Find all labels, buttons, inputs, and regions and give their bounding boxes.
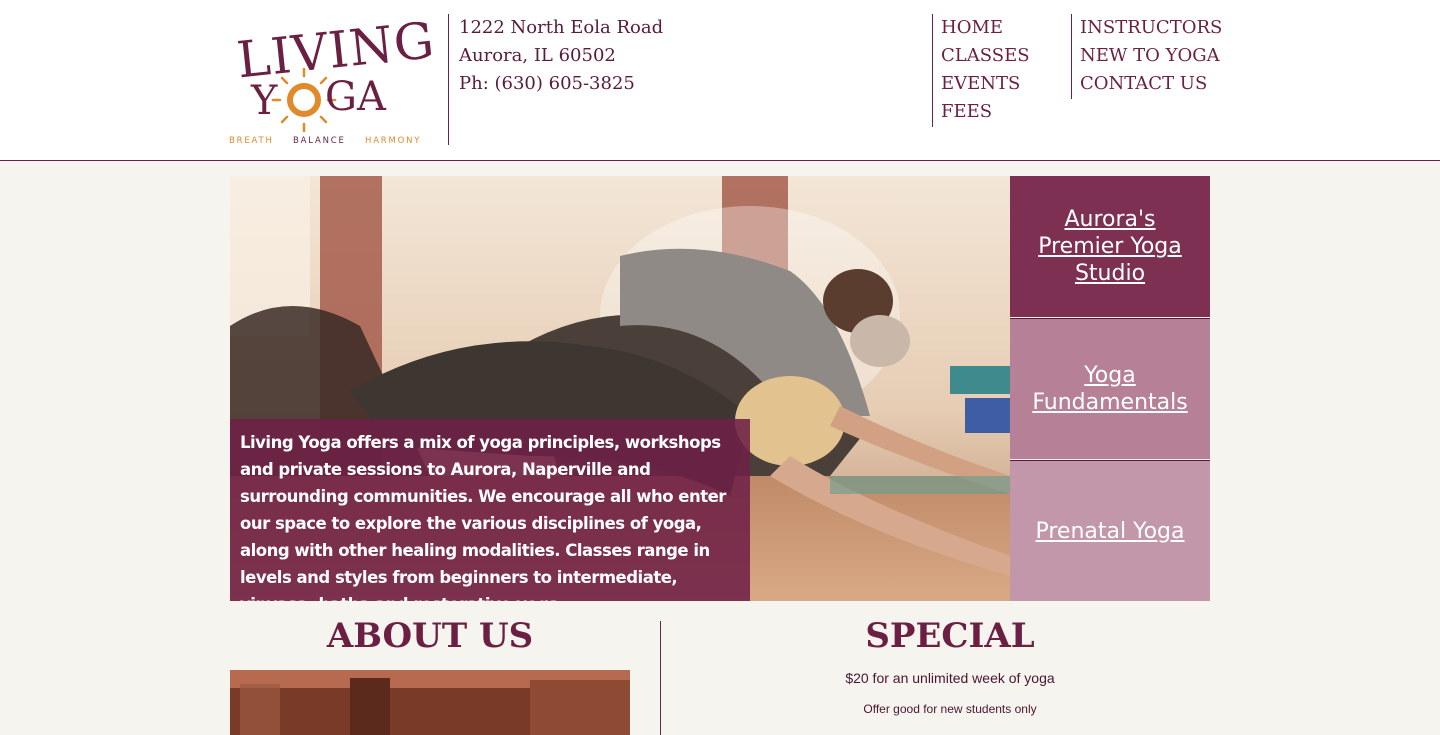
main-nav-column-1: HOME CLASSES EVENTS FEES xyxy=(932,14,1030,127)
nav-instructors[interactable]: INSTRUCTORS xyxy=(1080,14,1222,42)
special-offer: $20 for an unlimited week of yoga xyxy=(845,670,1055,686)
address-city: Aurora, IL 60502 xyxy=(459,45,616,66)
promo-premier-studio[interactable]: Aurora's Premier Yoga Studio xyxy=(1010,176,1210,317)
special-heading: SPECIAL xyxy=(865,616,1035,656)
nav-contact-us[interactable]: CONTACT US xyxy=(1080,70,1222,98)
studio-address: 1222 North Eola Road Aurora, IL 60502 Ph… xyxy=(459,14,663,98)
main-nav-column-2: INSTRUCTORS NEW TO YOGA CONTACT US xyxy=(1071,14,1222,99)
about-studio-photo xyxy=(230,670,630,735)
living-yoga-logo[interactable]: LIVING Y GA BREATH BALANCE HARMONY xyxy=(229,14,431,146)
hero-banner: Living Yoga offers a mix of yoga princip… xyxy=(230,176,1010,601)
logo-divider xyxy=(448,14,449,145)
about-us-heading: ABOUT US xyxy=(326,616,534,656)
logo-graphic: LIVING Y GA BREATH BALANCE HARMONY xyxy=(229,14,431,146)
site-header: LIVING Y GA BREATH BALANCE HARMONY 1222 … xyxy=(0,0,1440,161)
nav-fees[interactable]: FEES xyxy=(941,98,1030,126)
address-phone[interactable]: Ph: (630) 605-3825 xyxy=(459,70,663,98)
svg-text:Y: Y xyxy=(250,78,278,124)
nav-classes[interactable]: CLASSES xyxy=(941,42,1030,70)
hero-description: Living Yoga offers a mix of yoga princip… xyxy=(230,419,750,601)
nav-new-to-yoga[interactable]: NEW TO YOGA xyxy=(1080,42,1222,70)
svg-text:GA: GA xyxy=(325,74,387,120)
nav-home[interactable]: HOME xyxy=(941,14,1030,42)
nav-events[interactable]: EVENTS xyxy=(941,70,1030,98)
special-note: Offer good for new students only xyxy=(863,702,1037,716)
promo-prenatal-yoga[interactable]: Prenatal Yoga xyxy=(1010,460,1210,601)
svg-text:BREATH: BREATH xyxy=(229,136,274,146)
promo-yoga-fundamentals[interactable]: Yoga Fundamentals xyxy=(1010,318,1210,459)
svg-text:BALANCE: BALANCE xyxy=(293,136,346,146)
svg-text:HARMONY: HARMONY xyxy=(365,136,421,146)
column-divider xyxy=(660,621,661,735)
address-street: 1222 North Eola Road xyxy=(459,17,664,38)
